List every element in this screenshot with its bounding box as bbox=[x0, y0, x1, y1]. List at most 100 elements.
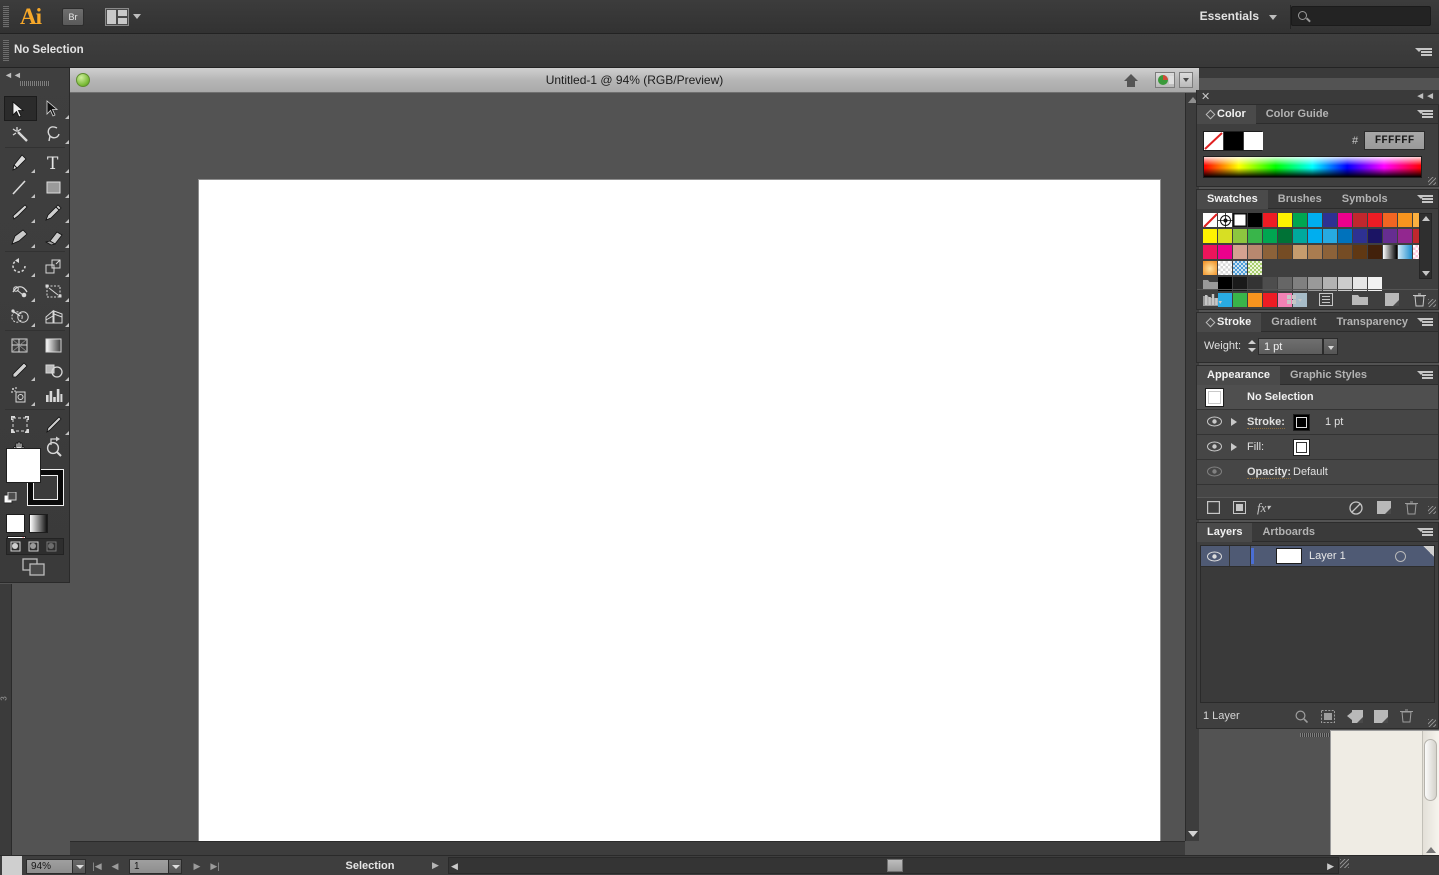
collapse-toolbar-icon[interactable]: ◄◄ bbox=[4, 70, 22, 80]
slice-tool[interactable] bbox=[38, 412, 71, 437]
color-spectrum-ramp[interactable] bbox=[1203, 156, 1422, 178]
color-fill-stroke-swatches[interactable] bbox=[1203, 131, 1262, 151]
color-mode-icon[interactable] bbox=[1155, 72, 1175, 88]
swatch-cell[interactable] bbox=[1308, 229, 1323, 244]
shape-builder-tool[interactable] bbox=[4, 304, 37, 329]
swatch-cell[interactable] bbox=[1263, 213, 1278, 228]
stroke-weight-panel-input[interactable]: 1 pt bbox=[1258, 338, 1323, 355]
appearance-stroke-label[interactable]: Stroke: bbox=[1247, 416, 1285, 429]
change-screen-mode-icon[interactable] bbox=[22, 558, 48, 578]
arrange-documents-icon[interactable] bbox=[105, 8, 129, 26]
tab-color[interactable]: Color bbox=[1197, 105, 1256, 124]
selection-tool[interactable] bbox=[4, 96, 37, 121]
tab-swatches[interactable]: Swatches bbox=[1197, 190, 1268, 209]
appearance-opacity-value[interactable]: Default bbox=[1293, 466, 1328, 478]
home-icon[interactable] bbox=[1123, 72, 1139, 88]
stroke-panel-menu-icon[interactable] bbox=[1418, 317, 1434, 328]
appearance-row-fill[interactable]: Fill: bbox=[1197, 435, 1438, 460]
appearance-resize-grip[interactable] bbox=[1428, 506, 1436, 514]
last-artboard-button[interactable]: ▶| bbox=[208, 859, 222, 874]
color-swatch-button[interactable] bbox=[6, 514, 25, 533]
control-panel-menu-icon[interactable] bbox=[1419, 46, 1433, 57]
blob-brush-tool[interactable] bbox=[4, 225, 37, 250]
width-tool[interactable] bbox=[4, 279, 37, 304]
expand-panels-icon[interactable]: ◄◄ bbox=[1415, 91, 1435, 102]
swatch-cell[interactable] bbox=[1218, 229, 1233, 244]
swatch-cell[interactable] bbox=[1353, 213, 1368, 228]
previous-artboard-button[interactable]: ◀ bbox=[108, 859, 122, 874]
swatch-libraries-menu-icon[interactable] bbox=[1205, 293, 1223, 309]
swatch-cell[interactable] bbox=[1293, 245, 1308, 260]
first-artboard-button[interactable]: |◀ bbox=[90, 859, 104, 874]
swatch-cell[interactable] bbox=[1263, 229, 1278, 244]
control-bar-grip[interactable] bbox=[3, 40, 9, 62]
zoom-level-dropdown[interactable] bbox=[72, 859, 86, 874]
background-window-scrollbar[interactable] bbox=[1422, 731, 1439, 875]
swatch-cell[interactable] bbox=[1233, 261, 1248, 276]
document-tab[interactable]: Untitled-1 @ 94% (RGB/Preview) bbox=[70, 68, 1199, 93]
swatch-cell[interactable] bbox=[1233, 213, 1248, 228]
zoom-level-input[interactable]: 94% bbox=[26, 859, 78, 874]
new-swatch-icon[interactable] bbox=[1385, 293, 1399, 309]
gradient-tool[interactable] bbox=[38, 333, 71, 358]
tab-symbols[interactable]: Symbols bbox=[1332, 190, 1398, 209]
tab-artboards[interactable]: Artboards bbox=[1252, 523, 1325, 542]
canvas-horizontal-scrollbar[interactable] bbox=[70, 841, 1185, 855]
pen-tool[interactable] bbox=[4, 150, 37, 175]
swatch-cell[interactable] bbox=[1233, 229, 1248, 244]
next-artboard-button[interactable]: ▶ bbox=[190, 859, 204, 874]
swatch-cell[interactable] bbox=[1323, 213, 1338, 228]
tab-appearance[interactable]: Appearance bbox=[1197, 366, 1280, 385]
document-tab-chevron-down-icon[interactable] bbox=[1179, 72, 1193, 88]
rectangle-tool[interactable] bbox=[38, 175, 71, 200]
horizontal-scroll-thumb[interactable] bbox=[887, 859, 903, 872]
expand-fill-arrow-icon[interactable] bbox=[1231, 443, 1237, 451]
add-new-effect-icon[interactable]: fx▾ bbox=[1257, 500, 1266, 516]
workspace-switcher-label[interactable]: Essentials bbox=[1200, 9, 1259, 23]
show-swatch-kinds-menu-icon[interactable] bbox=[1287, 293, 1305, 309]
gradient-swatch-button[interactable] bbox=[29, 514, 48, 533]
swatch-cell[interactable] bbox=[1278, 245, 1293, 260]
column-graph-tool[interactable] bbox=[38, 383, 71, 408]
swatch-cell[interactable] bbox=[1368, 245, 1383, 260]
direct-selection-tool[interactable] bbox=[38, 96, 71, 121]
toolbar-grip[interactable] bbox=[20, 81, 50, 86]
swatch-cell[interactable] bbox=[1323, 245, 1338, 260]
scroll-right-arrow-icon[interactable]: ▶ bbox=[1327, 861, 1334, 872]
delete-layer-icon[interactable] bbox=[1400, 709, 1413, 726]
canvas-area[interactable] bbox=[70, 93, 1185, 841]
default-fill-stroke-icon[interactable] bbox=[4, 492, 17, 505]
swatch-cell[interactable] bbox=[1293, 213, 1308, 228]
locate-object-icon[interactable] bbox=[1295, 710, 1308, 726]
layers-resize-grip[interactable] bbox=[1428, 719, 1436, 727]
status-bar-resize-grip[interactable] bbox=[1340, 859, 1349, 868]
delete-swatch-icon[interactable] bbox=[1413, 293, 1426, 310]
expand-stroke-arrow-icon[interactable] bbox=[1231, 418, 1237, 426]
appearance-row-stroke[interactable]: Stroke: 1 pt bbox=[1197, 410, 1438, 435]
swatch-cell[interactable] bbox=[1218, 261, 1233, 276]
fill-swatch[interactable] bbox=[1244, 132, 1263, 150]
tab-gradient[interactable]: Gradient bbox=[1261, 313, 1326, 332]
swatch-cell[interactable] bbox=[1338, 213, 1353, 228]
layer-name[interactable]: Layer 1 bbox=[1309, 550, 1346, 562]
stroke-swatch[interactable] bbox=[1224, 132, 1243, 150]
appearance-row-opacity[interactable]: Opacity: Default bbox=[1197, 460, 1438, 485]
swatches-panel-menu-icon[interactable] bbox=[1418, 194, 1434, 205]
swatch-cell[interactable] bbox=[1398, 229, 1413, 244]
appearance-target-row[interactable]: No Selection bbox=[1197, 385, 1438, 410]
appearance-fill-label[interactable]: Fill: bbox=[1247, 441, 1264, 453]
swatch-cell[interactable] bbox=[1248, 229, 1263, 244]
appearance-opacity-label[interactable]: Opacity: bbox=[1247, 466, 1291, 479]
tab-brushes[interactable]: Brushes bbox=[1268, 190, 1332, 209]
visibility-eye-icon[interactable] bbox=[1207, 441, 1222, 452]
new-color-group-icon[interactable] bbox=[1352, 293, 1368, 309]
color-panel-menu-icon[interactable] bbox=[1418, 109, 1434, 120]
swatch-cell[interactable] bbox=[1398, 245, 1413, 260]
eraser-tool[interactable] bbox=[38, 225, 71, 250]
swatch-cell[interactable] bbox=[1248, 261, 1263, 276]
create-new-sublayer-icon[interactable] bbox=[1347, 710, 1363, 726]
appbar-grip[interactable] bbox=[3, 6, 9, 28]
scale-tool[interactable] bbox=[38, 254, 71, 279]
background-window-scroll-thumb[interactable] bbox=[1424, 739, 1437, 801]
duplicate-item-icon[interactable] bbox=[1377, 501, 1391, 517]
